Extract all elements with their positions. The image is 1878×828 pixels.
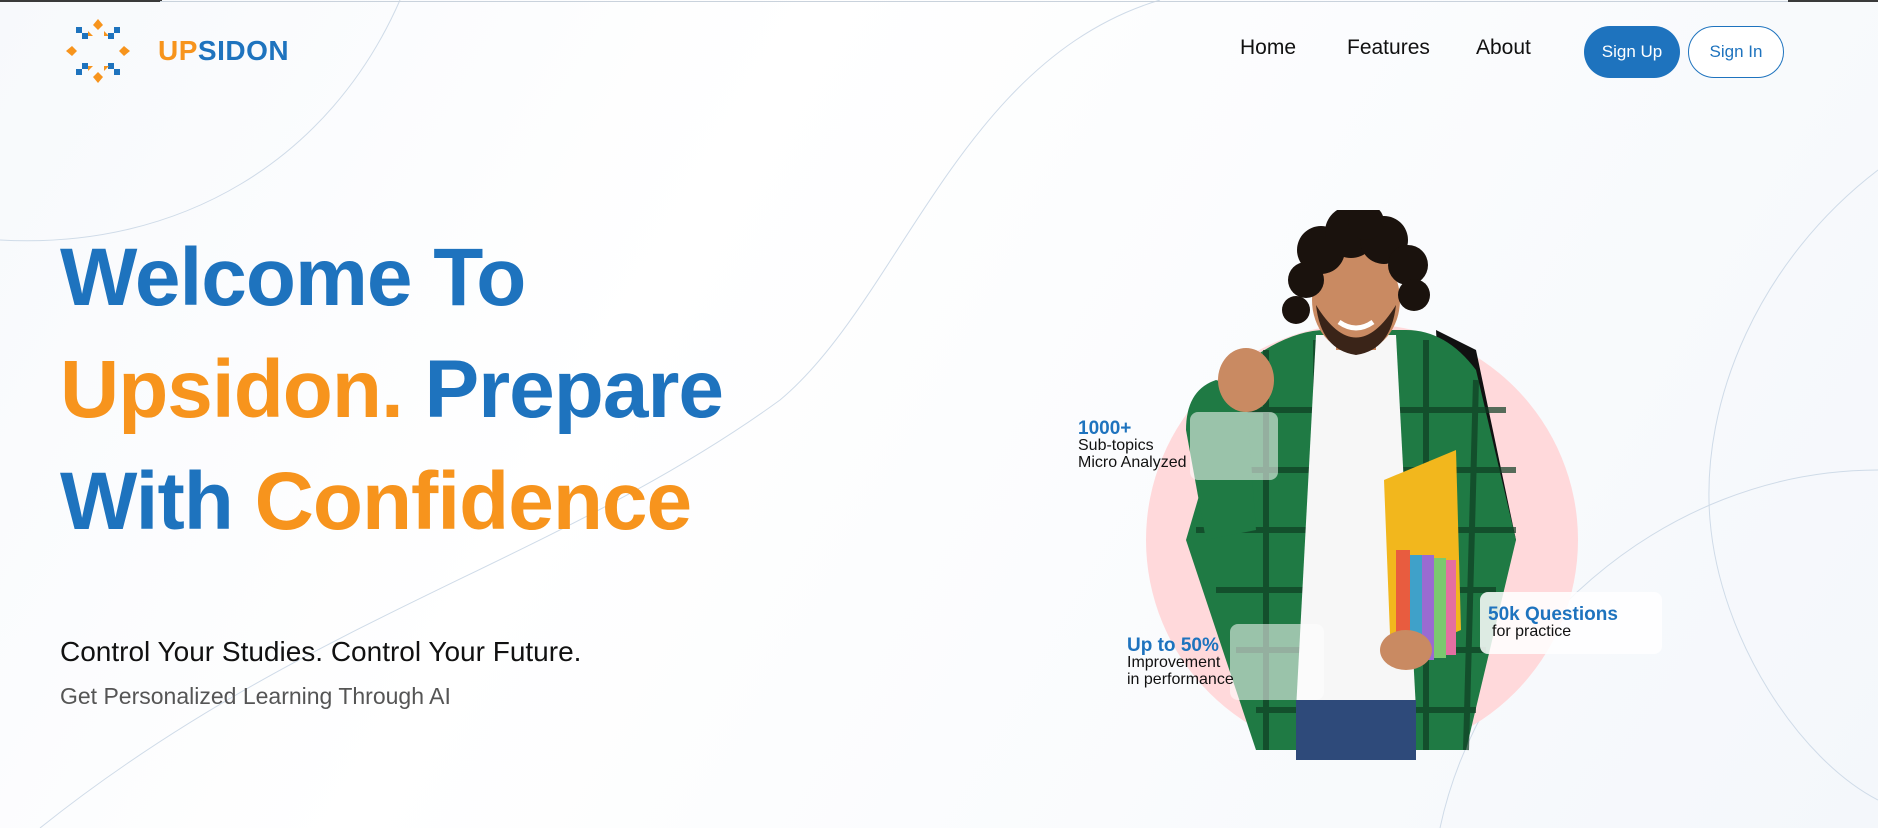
stat-value: 50k Questions bbox=[1488, 604, 1618, 625]
sign-in-button[interactable]: Sign In bbox=[1688, 26, 1784, 78]
stat-questions: 50k Questions for practice bbox=[1488, 604, 1618, 640]
sign-up-button[interactable]: Sign Up bbox=[1584, 26, 1680, 78]
hero-line-1: Welcome To bbox=[60, 232, 526, 323]
nav-about[interactable]: About bbox=[1476, 36, 1531, 60]
brand-logo[interactable]: UPSIDON bbox=[60, 13, 289, 89]
stat-value: Up to 50% bbox=[1127, 635, 1219, 656]
stat-card-background bbox=[1230, 624, 1324, 700]
stat-value: 1000+ bbox=[1078, 418, 1132, 439]
nav-features[interactable]: Features bbox=[1347, 36, 1430, 60]
top-border bbox=[0, 0, 1878, 3]
hero-brand-word: Upsidon. bbox=[60, 344, 404, 435]
hero-prepare-word: Prepare bbox=[424, 344, 724, 435]
hero-with-word: With bbox=[60, 456, 234, 547]
brand-suffix: SIDON bbox=[197, 35, 290, 66]
hero-tagline: Control Your Studies. Control Your Futur… bbox=[60, 636, 582, 667]
hero-line-3: With Confidence bbox=[60, 446, 723, 558]
nav-home[interactable]: Home bbox=[1240, 36, 1296, 60]
hero-subtagline: Get Personalized Learning Through AI bbox=[60, 683, 451, 709]
brand-prefix: UP bbox=[158, 35, 198, 66]
hero-heading: Welcome To Upsidon. Prepare With Confide… bbox=[60, 222, 724, 558]
stat-label: for practice bbox=[1492, 623, 1572, 640]
brand-name: UPSIDON bbox=[158, 35, 289, 67]
stat-improvement: Up to 50% Improvement in performance bbox=[1127, 635, 1234, 688]
stat-label: Sub-topics bbox=[1078, 437, 1154, 454]
stat-subtopics: 1000+ Sub-topics Micro Analyzed bbox=[1078, 418, 1187, 471]
stat-label: in performance bbox=[1127, 671, 1234, 688]
stat-label: Micro Analyzed bbox=[1078, 454, 1187, 471]
stat-label: Improvement bbox=[1127, 654, 1221, 671]
hero-confidence-word: Confidence bbox=[254, 456, 692, 547]
upsidon-logo-icon bbox=[66, 19, 130, 83]
hero-line-2: Upsidon. Prepare bbox=[60, 334, 724, 446]
stat-card-background bbox=[1190, 412, 1278, 480]
